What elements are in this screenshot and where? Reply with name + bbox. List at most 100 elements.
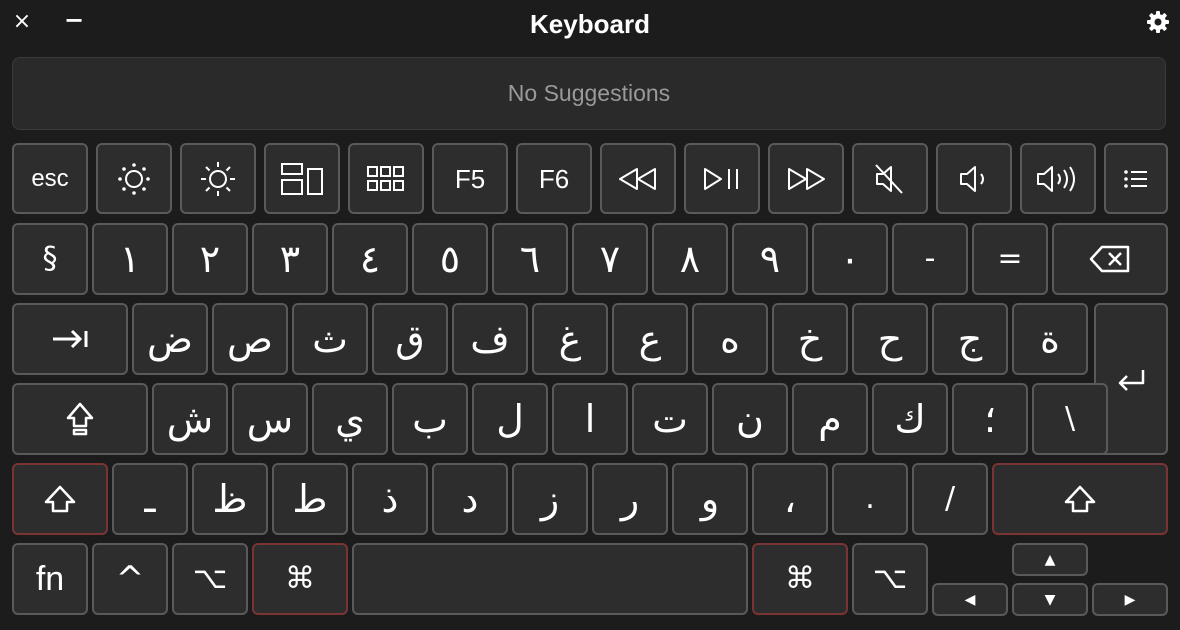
key-letter[interactable]: ه	[692, 303, 768, 375]
key-digit-9[interactable]: ٩	[732, 223, 808, 295]
key-mission-control[interactable]	[264, 143, 340, 214]
minimize-icon[interactable]: −	[62, 8, 86, 35]
key-letter[interactable]: ث	[292, 303, 368, 375]
key-letter[interactable]: خ	[772, 303, 848, 375]
key-equals[interactable]: =	[972, 223, 1048, 295]
key-option-right[interactable]: ⌥	[852, 543, 928, 615]
key-label: ن	[736, 397, 764, 441]
volume-down-icon	[960, 165, 984, 192]
key-letter[interactable]: ك	[872, 383, 948, 455]
key-comma[interactable]: ،	[752, 463, 828, 535]
key-slash[interactable]: /	[912, 463, 988, 535]
key-letter[interactable]: ن	[712, 383, 788, 455]
key-arrow-down[interactable]: ▼	[1012, 583, 1088, 616]
key-volume-down[interactable]	[936, 143, 1012, 214]
key-label: ي	[335, 397, 365, 441]
suggestions-bar: No Suggestions	[12, 57, 1166, 130]
key-letter[interactable]: ر	[592, 463, 668, 535]
key-label: ط	[292, 477, 328, 521]
key-arrow-up[interactable]: ▲	[1012, 543, 1088, 576]
key-label: ر	[620, 477, 640, 521]
key-letter[interactable]: ع	[612, 303, 688, 375]
key-letter[interactable]: ة	[1012, 303, 1088, 375]
key-play-pause[interactable]	[684, 143, 760, 214]
key-section[interactable]: §	[12, 223, 88, 295]
key-digit-3[interactable]: ٣	[252, 223, 328, 295]
key-label: ل	[496, 397, 524, 441]
key-label: ث	[312, 317, 348, 361]
key-letter[interactable]: ح	[852, 303, 928, 375]
key-digit-7[interactable]: ٧	[572, 223, 648, 295]
key-arrow-right[interactable]: ▶	[1092, 583, 1168, 616]
key-letter[interactable]: د	[432, 463, 508, 535]
key-letter[interactable]: ب	[392, 383, 468, 455]
key-f6[interactable]: F6	[516, 143, 592, 214]
key-letter[interactable]: ص	[212, 303, 288, 375]
key-digit-6[interactable]: ٦	[492, 223, 568, 295]
key-letter[interactable]: ز	[512, 463, 588, 535]
key-letter[interactable]: ق	[372, 303, 448, 375]
key-digit-1[interactable]: ١	[92, 223, 168, 295]
key-letter[interactable]: غ	[532, 303, 608, 375]
key-digit-5[interactable]: ٥	[412, 223, 488, 295]
key-letter[interactable]: ض	[132, 303, 208, 375]
key-tab[interactable]	[12, 303, 128, 375]
key-caps-lock[interactable]	[12, 383, 148, 455]
key-label: ؛	[983, 397, 997, 441]
key-letter[interactable]: ج	[932, 303, 1008, 375]
key-semicolon[interactable]: ؛	[952, 383, 1028, 455]
key-letter[interactable]: ا	[552, 383, 628, 455]
key-delete[interactable]	[1052, 223, 1168, 295]
key-volume-up[interactable]	[1020, 143, 1096, 214]
key-letter[interactable]: ظ	[192, 463, 268, 535]
key-brightness-down[interactable]	[96, 143, 172, 214]
key-shift-right[interactable]	[992, 463, 1168, 535]
key-digit-8[interactable]: ٨	[652, 223, 728, 295]
key-digit-2[interactable]: ٢	[172, 223, 248, 295]
key-letter[interactable]: ش	[152, 383, 228, 455]
key-letter[interactable]: ت	[632, 383, 708, 455]
key-esc[interactable]: esc	[12, 143, 88, 214]
gear-icon[interactable]	[1144, 8, 1172, 36]
key-label: ظ	[212, 477, 248, 521]
key-letter[interactable]: ط	[272, 463, 348, 535]
close-icon[interactable]: ×	[10, 9, 34, 35]
launchpad-icon	[367, 165, 404, 191]
key-letter[interactable]: ذ	[352, 463, 428, 535]
key-f5[interactable]: F5	[432, 143, 508, 214]
key-digit-0[interactable]: ٠	[812, 223, 888, 295]
play-pause-icon	[704, 167, 738, 190]
key-letter[interactable]: ـ	[112, 463, 188, 535]
key-option-label: ⌥	[872, 561, 908, 596]
key-backslash[interactable]: \	[1032, 383, 1108, 455]
key-arrow-left[interactable]: ◀	[932, 583, 1008, 616]
key-launchpad[interactable]	[348, 143, 424, 214]
key-fast-forward[interactable]	[768, 143, 844, 214]
key-command-right[interactable]: ⌘	[752, 543, 848, 615]
key-control[interactable]: ^	[92, 543, 168, 615]
key-brightness-up[interactable]	[180, 143, 256, 214]
key-letter[interactable]: م	[792, 383, 868, 455]
key-label: د	[461, 477, 479, 521]
key-letter[interactable]: ف	[452, 303, 528, 375]
window-title: Keyboard	[530, 9, 650, 39]
key-digit-4[interactable]: ٤	[332, 223, 408, 295]
key-command-left[interactable]: ⌘	[252, 543, 348, 615]
key-space[interactable]	[352, 543, 748, 615]
key-label: ع	[638, 317, 662, 361]
key-letter[interactable]: و	[672, 463, 748, 535]
key-mute[interactable]	[852, 143, 928, 214]
key-shift-left[interactable]	[12, 463, 108, 535]
key-option-left[interactable]: ⌥	[172, 543, 248, 615]
key-list[interactable]	[1104, 143, 1168, 214]
key-letter[interactable]: س	[232, 383, 308, 455]
key-fn[interactable]: fn	[12, 543, 88, 615]
key-label: س	[246, 397, 294, 441]
key-period[interactable]: .	[832, 463, 908, 535]
key-label: ٣	[279, 237, 301, 281]
key-rewind[interactable]	[600, 143, 676, 214]
key-letter[interactable]: ل	[472, 383, 548, 455]
key-letter[interactable]: ي	[312, 383, 388, 455]
key-option-label: ⌥	[192, 561, 228, 596]
key-minus[interactable]: -	[892, 223, 968, 295]
